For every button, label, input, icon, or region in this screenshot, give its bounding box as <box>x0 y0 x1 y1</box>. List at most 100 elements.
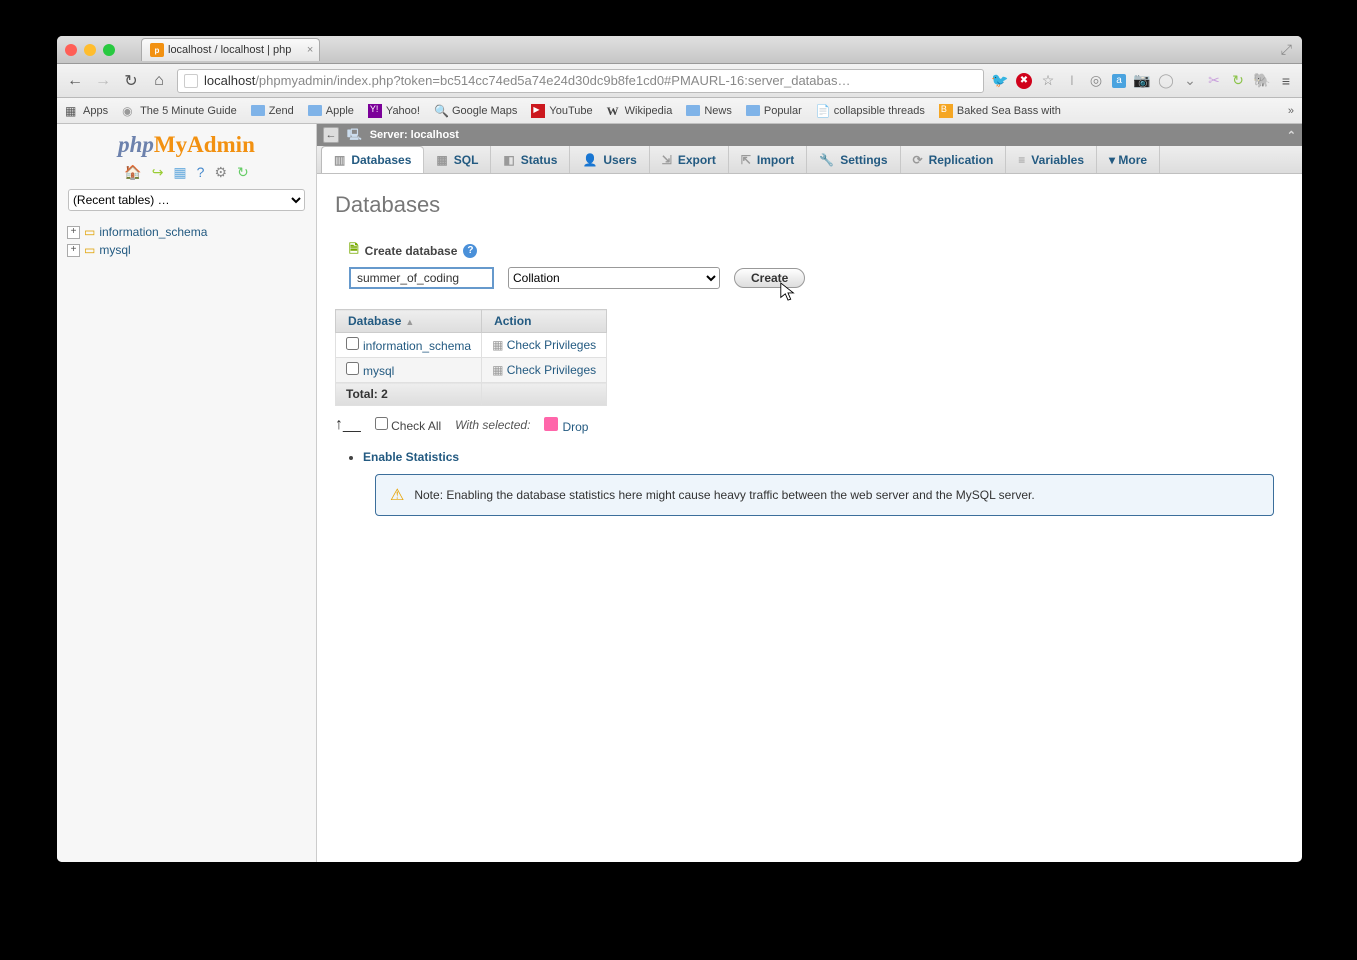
help-icon[interactable]: ? <box>463 244 477 258</box>
server-icon: 🖳 <box>347 126 362 145</box>
tree-node-label: information_schema <box>99 225 207 239</box>
users-icon: 👤 <box>582 153 597 167</box>
tab-replication[interactable]: ⟳Replication <box>901 146 1007 173</box>
top-tabs: ▥Databases ▦SQL ◧Status 👤Users ⇲Export ⇱… <box>317 146 1302 174</box>
evernote-icon[interactable]: 🐘 <box>1254 73 1270 89</box>
sql-icon[interactable]: ▦ <box>173 164 186 181</box>
pocket-icon[interactable]: ⌄ <box>1182 73 1198 89</box>
reload-nav-icon[interactable]: ↻ <box>237 164 249 181</box>
db-name-input[interactable] <box>349 267 494 289</box>
site-info-icon[interactable] <box>184 74 198 88</box>
reload-button[interactable]: ↻ <box>121 71 141 91</box>
menu-icon[interactable]: ≡ <box>1278 73 1294 89</box>
tab-status[interactable]: ◧Status <box>491 146 570 173</box>
forward-button[interactable]: → <box>93 71 113 91</box>
logout-icon[interactable]: ↪ <box>152 164 164 181</box>
browser-tab-active[interactable]: p localhost / localhost | php × <box>141 38 320 61</box>
tab-settings[interactable]: 🔧Settings <box>807 146 900 173</box>
db-link-information-schema[interactable]: information_schema <box>363 339 471 353</box>
statistics-notice: ⚠ Note: Enabling the database statistics… <box>375 474 1274 516</box>
collation-select[interactable]: Collation <box>508 267 720 289</box>
adblock-icon[interactable]: ✖ <box>1016 73 1032 89</box>
check-privileges-link[interactable]: Check Privileges <box>507 363 596 377</box>
enable-statistics-link[interactable]: Enable Statistics <box>363 450 459 464</box>
privileges-icon: ▦ <box>492 338 503 352</box>
row-checkbox[interactable] <box>346 362 359 375</box>
create-button[interactable]: Create <box>734 268 805 288</box>
tab-more[interactable]: ▾ More <box>1097 146 1160 173</box>
url-path: /phpmyadmin/index.php?token=bc514cc74ed5… <box>255 73 850 88</box>
db-tree: + ▭ information_schema + ▭ mysql <box>63 223 310 259</box>
check-privileges-link[interactable]: Check Privileges <box>507 338 596 352</box>
col-action: Action <box>482 310 607 333</box>
bookmark-yahoo[interactable]: Y!Yahoo! <box>368 104 420 118</box>
tab-close-icon[interactable]: × <box>307 44 313 56</box>
scissors-icon[interactable]: ✂ <box>1206 73 1222 89</box>
zoom-window-button[interactable] <box>103 44 115 56</box>
breadcrumb-label[interactable]: Server: localhost <box>370 129 459 141</box>
tab-import[interactable]: ⇱Import <box>729 146 807 173</box>
bookmark-wikipedia[interactable]: WWikipedia <box>607 104 673 118</box>
home-button[interactable]: ⌂ <box>149 71 169 91</box>
amazon-icon[interactable]: a <box>1112 74 1126 88</box>
arrow-up-icon: ↑__ <box>335 416 361 434</box>
expand-icon[interactable]: + <box>67 226 80 239</box>
bookmark-5minute[interactable]: ◉The 5 Minute Guide <box>122 104 237 118</box>
drop-icon <box>544 417 558 431</box>
tab-databases[interactable]: ▥Databases <box>321 146 424 173</box>
target-icon[interactable]: ◎ <box>1088 73 1104 89</box>
docs-icon[interactable]: ? <box>197 164 205 181</box>
bookmark-popular[interactable]: Popular <box>746 105 802 117</box>
minimize-window-button[interactable] <box>84 44 96 56</box>
tab-export[interactable]: ⇲Export <box>650 146 729 173</box>
bookmarks-overflow[interactable]: » <box>1288 105 1294 117</box>
twitter-icon[interactable]: 🐦 <box>992 73 1008 89</box>
home-icon[interactable]: 🏠 <box>124 164 141 181</box>
main-body: Databases 🗎 Create database ? Collation … <box>317 174 1302 534</box>
expand-icon[interactable]: + <box>67 244 80 257</box>
with-selected-label: With selected: <box>455 418 530 432</box>
camera-icon[interactable]: 📷 <box>1134 73 1150 89</box>
create-db-label: Create database <box>365 244 458 258</box>
tab-variables[interactable]: ≡Variables <box>1006 146 1097 173</box>
bookmark-youtube[interactable]: ▶YouTube <box>531 104 592 118</box>
drop-link[interactable]: Drop <box>544 417 588 434</box>
back-button[interactable]: ← <box>65 71 85 91</box>
bookmark-collapsible[interactable]: 📄collapsible threads <box>816 104 925 118</box>
window-controls[interactable] <box>65 44 115 56</box>
recent-tables-select[interactable]: (Recent tables) … <box>68 189 305 211</box>
notice-text: Note: Enabling the database statistics h… <box>414 488 1034 502</box>
db-link-mysql[interactable]: mysql <box>363 364 394 378</box>
refresh-ext-icon[interactable]: ↻ <box>1230 73 1246 89</box>
row-checkbox[interactable] <box>346 337 359 350</box>
bookmark-apple[interactable]: Apple <box>308 105 354 117</box>
fullscreen-icon[interactable]: ⤢ <box>1281 41 1292 58</box>
bookmark-news[interactable]: News <box>686 105 732 117</box>
bookmark-gmaps[interactable]: 🔍Google Maps <box>434 104 517 118</box>
tree-node-mysql[interactable]: + ▭ mysql <box>67 241 306 259</box>
pma-logo[interactable]: phpMyAdmin <box>63 132 310 158</box>
check-all-label[interactable]: Check All <box>375 417 441 433</box>
table-row: information_schema ▦ Check Privileges <box>336 333 607 358</box>
settings-icon[interactable]: ⚙ <box>214 164 227 181</box>
databases-icon: ▥ <box>334 153 345 167</box>
tab-sql[interactable]: ▦SQL <box>424 146 491 173</box>
tab-users[interactable]: 👤Users <box>570 146 649 173</box>
bookmark-apps[interactable]: ▦Apps <box>65 104 108 118</box>
collapse-breadcrumb-icon[interactable]: ⌃ <box>1287 129 1296 142</box>
star-icon[interactable]: ☆ <box>1040 73 1056 89</box>
table-total-row: Total: 2 <box>336 383 607 406</box>
check-all-checkbox[interactable] <box>375 417 388 430</box>
circle-icon[interactable]: ◯ <box>1158 73 1174 89</box>
address-bar[interactable]: localhost /phpmyadmin/index.php?token=bc… <box>177 69 984 93</box>
tree-node-information-schema[interactable]: + ▭ information_schema <box>67 223 306 241</box>
close-window-button[interactable] <box>65 44 77 56</box>
mouse-cursor <box>779 281 797 303</box>
col-database[interactable]: Database▲ <box>336 310 482 333</box>
bookmark-zend[interactable]: Zend <box>251 105 294 117</box>
nav-back-button[interactable]: ← <box>323 127 339 143</box>
bookmark-baked[interactable]: BBaked Sea Bass with <box>939 104 1061 118</box>
import-icon: ⇱ <box>741 153 751 167</box>
bookmarks-bar: ▦Apps ◉The 5 Minute Guide Zend Apple Y!Y… <box>57 98 1302 124</box>
sort-asc-icon: ▲ <box>405 317 414 327</box>
